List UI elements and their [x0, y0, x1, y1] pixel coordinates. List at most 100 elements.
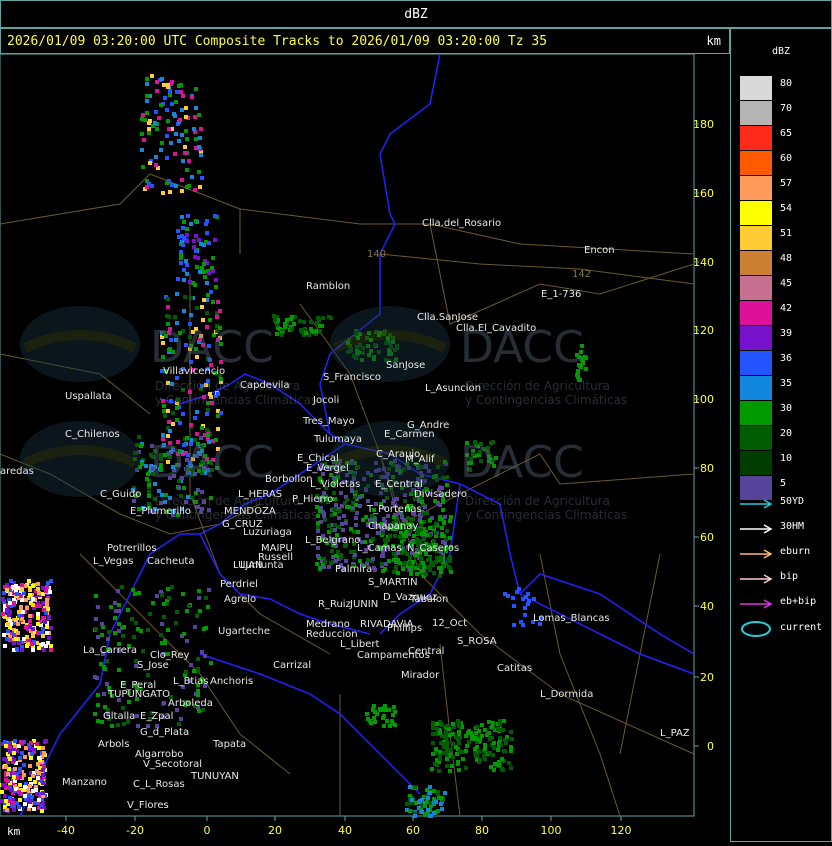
place-label: C_Chilenos [65, 429, 120, 440]
scale-value: 51 [780, 228, 793, 239]
place-label: Russell [258, 552, 293, 563]
track-label: eburn [780, 546, 811, 557]
title-bar: 2026/01/09 03:20:00 UTC Composite Tracks… [0, 28, 730, 54]
watermark-line1: Dirección de Agricultura [465, 379, 610, 393]
place-label: L_Libert [340, 639, 380, 650]
scale-value: 57 [780, 178, 793, 189]
scale-swatch-30 [740, 401, 772, 425]
place-label: Encon [584, 245, 615, 256]
place-label: C_L_Rosas [133, 779, 185, 790]
x-tick-label: -20 [126, 824, 144, 837]
scale-swatch-65 [740, 126, 772, 150]
place-label: T_Porteñas [366, 504, 422, 515]
place-label: JUNIN [349, 599, 378, 610]
place-label: Arboleda [168, 698, 213, 709]
scale-swatch-39 [740, 326, 772, 350]
track-label: 50YD [780, 496, 805, 507]
place-label: Tulumaya [313, 434, 362, 445]
place-label: Clla.SanJose [417, 312, 478, 323]
scale-swatch-36 [740, 351, 772, 375]
x-tick-label: 60 [406, 824, 420, 837]
y-tick-label: 0 [707, 740, 714, 753]
place-label: R_Ruiz [318, 599, 351, 610]
scale-swatch-80 [740, 76, 772, 100]
legend-title: dBZ [772, 46, 791, 57]
scale-swatch-45 [740, 276, 772, 300]
place-label: S_ROSA [457, 636, 497, 647]
current-ellipse-icon [741, 621, 771, 637]
place-label: Manzano [62, 777, 107, 788]
place-label: Clla.El_Cavadito [456, 323, 536, 334]
place-label: S_Francisco [323, 372, 381, 383]
product-bar: dBZ [0, 0, 832, 28]
place-label: S_Jose [137, 660, 169, 671]
scale-swatch-10 [740, 451, 772, 475]
place-label: Potrerillos [107, 543, 157, 554]
place-label: C_Guido [100, 489, 141, 500]
place-label: V_Flores [127, 800, 169, 811]
place-label: 142 [572, 269, 591, 280]
x-tick-label: 40 [338, 824, 352, 837]
place-label: Ramblon [306, 281, 350, 292]
radar-map[interactable]: DACC Dirección de Agricultura y Contingenc… [0, 53, 730, 842]
place-label: Lomas_Blancas [533, 613, 610, 624]
x-tick-label: -40 [57, 824, 75, 837]
place-label: N_Caseros [407, 543, 459, 554]
place-label: Tabalon [409, 594, 448, 605]
place-label: Arbols [98, 739, 129, 750]
place-label: Phillips [387, 623, 422, 634]
place-label: Divisadero [414, 489, 467, 500]
place-label: 140 [367, 249, 386, 260]
x-tick-label: 100 [541, 824, 562, 837]
place-label: L_PAZ [660, 728, 690, 739]
place-label: Palmira [335, 564, 372, 575]
place-label: TUPUNGATO [107, 689, 170, 700]
place-label: E_Carmen [384, 429, 435, 440]
place-label: Perdriel [220, 579, 258, 590]
y-tick-label: 20 [700, 671, 714, 684]
place-label: Uspallata [65, 391, 112, 402]
place-label: S_MARTIN [368, 577, 418, 588]
scale-value: 36 [780, 353, 793, 364]
place-label: Ugarteche [218, 626, 270, 637]
units-top: km [706, 34, 721, 48]
scale-value: 70 [780, 103, 793, 114]
track-label: 30HM [780, 521, 805, 532]
scale-swatch-20 [740, 426, 772, 450]
map-canvas[interactable]: DACCDirección de Agriculturay Contingenc… [0, 53, 730, 842]
x-tick-label: 80 [475, 824, 489, 837]
place-label: P_Hierro [292, 494, 333, 505]
place-label: La_Carrera [83, 645, 137, 656]
x-tick-label: 120 [611, 824, 632, 837]
x-tick-label: 0 [204, 824, 211, 837]
scale-value: 30 [780, 403, 793, 414]
place-label: Catitas [497, 663, 532, 674]
place-label: Anchoris [210, 676, 253, 687]
place-label: Campamentos [357, 650, 430, 661]
scale-swatch-5 [740, 476, 772, 500]
place-label: Carrizal [273, 660, 311, 671]
units-bottom: km [7, 825, 21, 838]
arrow-icon [740, 549, 773, 559]
y-tick-label: 60 [700, 531, 714, 544]
place-label: Agrelo [224, 594, 256, 605]
scale-value: 45 [780, 278, 793, 289]
product-name: dBZ [404, 7, 428, 22]
arrow-icon [740, 499, 773, 509]
map-title: 2026/01/09 03:20:00 UTC Composite Tracks… [7, 34, 548, 49]
scale-value: 20 [780, 428, 793, 439]
scale-value: 42 [780, 303, 793, 314]
place-label: L_Belgrano [305, 535, 360, 546]
place-label: E_Vergel [306, 463, 349, 474]
arrow-icon [740, 599, 773, 609]
place-label: L_Dormida [540, 689, 593, 700]
place-label: E_1-736 [541, 289, 581, 300]
scale-value: 65 [780, 128, 793, 139]
place-label: Borbollon [265, 474, 313, 485]
place-label: Capdevila [240, 380, 290, 391]
scale-value: 39 [780, 328, 793, 339]
watermark-line2: y Contingencias Climáticas [155, 393, 317, 407]
place-label: Luzuriaga [243, 527, 292, 538]
place-label: Cacheuta [147, 556, 195, 567]
current-label: current [780, 622, 823, 633]
